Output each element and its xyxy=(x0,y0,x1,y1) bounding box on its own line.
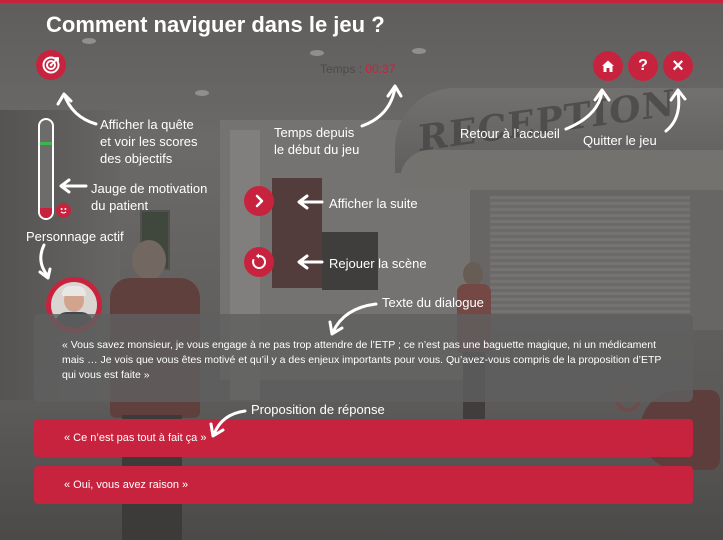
arrow-to-response xyxy=(209,409,247,438)
arrow-to-quest xyxy=(56,92,98,126)
arrow-to-gauge xyxy=(59,178,88,194)
annotation-arrows xyxy=(38,84,687,438)
arrow-to-timer xyxy=(360,84,403,128)
arrow-to-avatar xyxy=(38,243,52,280)
arrow-to-replay xyxy=(297,254,324,270)
arrow-to-dialog xyxy=(328,302,378,336)
arrow-to-quit xyxy=(664,88,687,133)
arrow-to-home xyxy=(564,88,611,131)
arrow-to-next xyxy=(297,194,324,210)
